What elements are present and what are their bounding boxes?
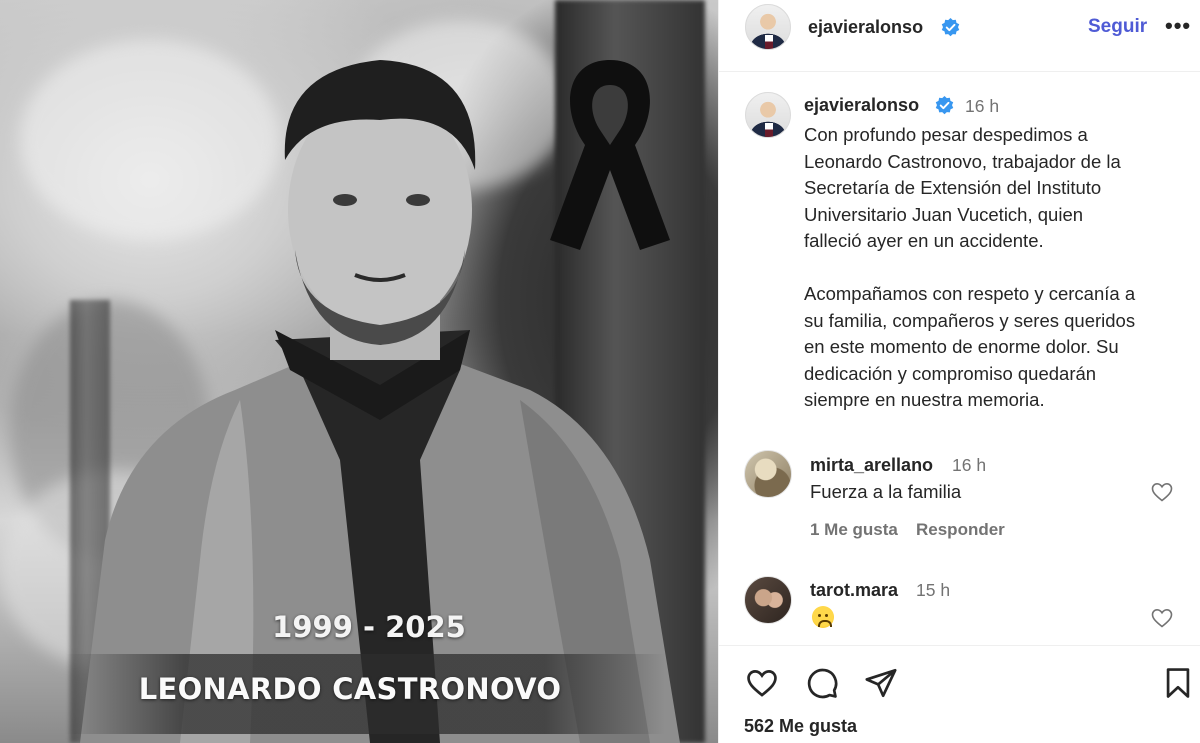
caption-text: Con profundo pesar despedimos a Leonardo…: [804, 124, 1136, 410]
comment-timestamp[interactable]: 16 h: [952, 455, 986, 476]
caption-timestamp[interactable]: 16 h: [965, 96, 999, 117]
mourning-ribbon-icon: [550, 60, 670, 250]
verified-badge-icon: [941, 18, 960, 37]
memorial-dates: 1999 - 2025: [272, 610, 466, 644]
comment-username[interactable]: tarot.mara: [810, 580, 898, 601]
commenter-avatar[interactable]: [744, 450, 792, 498]
comment-text: Fuerza a la familia: [810, 481, 962, 502]
commenter-avatar[interactable]: [744, 576, 792, 624]
caption-author-avatar[interactable]: [745, 92, 791, 138]
like-heart-icon[interactable]: [745, 666, 779, 700]
comment-username[interactable]: mirta_arellano: [810, 455, 933, 476]
likes-count[interactable]: 562 Me gusta: [744, 716, 857, 737]
share-send-icon[interactable]: [864, 666, 898, 700]
author-avatar[interactable]: [745, 4, 791, 50]
header-username[interactable]: ejavieralonso: [808, 17, 923, 38]
more-options-icon[interactable]: •••: [1165, 13, 1191, 39]
comment-likes[interactable]: 1 Me gusta: [810, 520, 898, 540]
memorial-name: LEONARDO CASTRONOVO: [138, 672, 562, 706]
comment-timestamp[interactable]: 15 h: [916, 580, 950, 601]
save-bookmark-icon[interactable]: [1161, 666, 1195, 700]
comment-like-heart-icon[interactable]: [1150, 606, 1174, 630]
post-actions: 562 Me gusta: [719, 645, 1200, 743]
comment-like-heart-icon[interactable]: [1150, 480, 1174, 504]
follow-button[interactable]: Seguir: [1088, 16, 1147, 38]
post-image[interactable]: 1999 - 2025 LEONARDO CASTRONOVO: [0, 0, 718, 743]
caption-username[interactable]: ejavieralonso: [804, 95, 919, 116]
post-header: ejavieralonso Seguir •••: [719, 0, 1200, 72]
verified-badge-icon: [935, 96, 954, 115]
comment-bubble-icon[interactable]: [805, 666, 839, 700]
crying-face-emoji-icon: [812, 606, 834, 628]
comment-reply-button[interactable]: Responder: [916, 520, 1005, 540]
post-sidebar: ejavieralonso Seguir ••• ejavieralonso 1…: [718, 0, 1200, 743]
